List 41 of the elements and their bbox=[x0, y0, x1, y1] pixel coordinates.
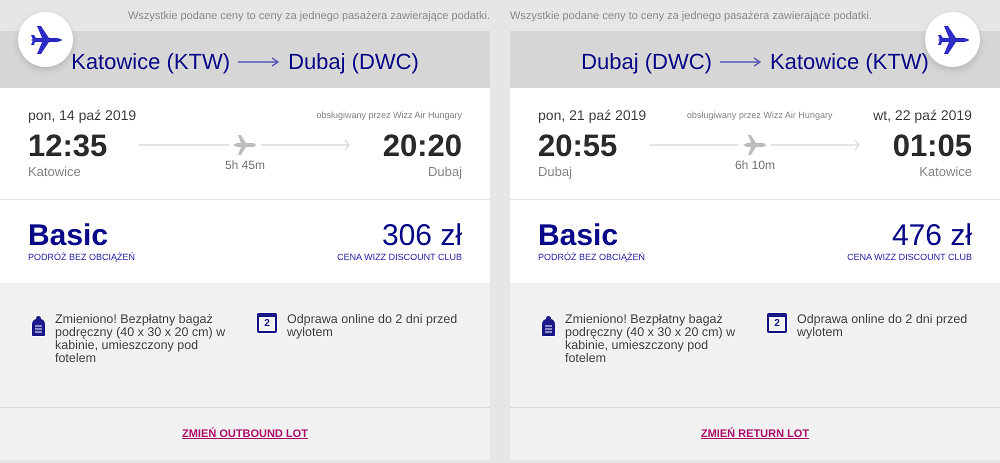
fare-name: Basic bbox=[538, 220, 620, 252]
arrow-icon bbox=[238, 56, 280, 66]
price-disclaimer: Wszystkie podane ceny to ceny za jednego pasażera zawierające podatki. bbox=[128, 10, 490, 22]
fare-price: 476 zł bbox=[892, 220, 972, 252]
destination-city: Dubaj (DWC) bbox=[288, 48, 419, 74]
arrival-city: Dubaj bbox=[428, 164, 462, 179]
departure-time: 20:55 bbox=[538, 128, 618, 164]
feature-text: Zmieniono! Bezpłatny bagaż podręczny (40 x 30 x 20 cm) w kabinie, umieszczony pod fotelem bbox=[565, 313, 736, 365]
feature-text: Zmieniono! Bezpłatny bagaż podręczny (40 x 30 x 20 cm) w kabinie, umieszczony pod fotelem bbox=[55, 313, 226, 365]
operator-note: obsługiwany przez Wizz Air Hungary bbox=[316, 110, 462, 120]
arrival-date: wt, 22 paź 2019 bbox=[873, 107, 972, 123]
destination-city: Katowice (KTW) bbox=[770, 48, 929, 74]
change-flight-link[interactable]: ZMIEŃ OUTBOUND LOT bbox=[182, 428, 308, 440]
departure-date: pon, 21 paź 2019 bbox=[538, 107, 646, 123]
departure-city: Dubaj bbox=[538, 164, 573, 179]
fare-subtitle: PODRÓŻ BEZ OBCIĄŻEŃ bbox=[28, 252, 136, 262]
feature-text: Odprawa online do 2 dni przed wylotem bbox=[287, 313, 458, 339]
arrival-city: Katowice bbox=[919, 164, 972, 179]
origin-city: Katowice (KTW) bbox=[71, 48, 230, 74]
calendar-icon: 2 bbox=[257, 313, 277, 333]
price-note: CENA WIZZ DISCOUNT CLUB bbox=[847, 252, 972, 262]
fare-name: Basic bbox=[28, 220, 110, 252]
backpack-icon bbox=[32, 316, 45, 336]
price-note: CENA WIZZ DISCOUNT CLUB bbox=[337, 252, 462, 262]
departure-time: 12:35 bbox=[28, 128, 108, 164]
change-flight-link[interactable]: ZMIEŃ RETURN LOT bbox=[700, 428, 810, 440]
operator-note: obsługiwany przez Wizz Air Hungary bbox=[686, 110, 832, 120]
feature-text: Odprawa online do 2 dni przed wylotem bbox=[797, 313, 968, 339]
calendar-icon: 2 bbox=[767, 313, 787, 333]
arrival-time: 20:20 bbox=[382, 128, 462, 164]
departure-city: Katowice bbox=[28, 164, 82, 179]
arrival-time: 01:05 bbox=[892, 128, 972, 164]
flight-duration: 6h 10m bbox=[734, 158, 776, 172]
fare-subtitle: PODRÓŻ BEZ OBCIĄŻEŃ bbox=[538, 252, 646, 262]
price-disclaimer: Wszystkie podane ceny to ceny za jednego pasażera zawierające podatki. bbox=[510, 10, 872, 22]
backpack-icon bbox=[542, 316, 555, 336]
fare-price: 306 zł bbox=[382, 220, 462, 252]
flight-duration: 5h 45m bbox=[224, 158, 266, 172]
departure-date: pon, 14 paź 2019 bbox=[28, 107, 136, 123]
arrow-icon bbox=[720, 56, 762, 66]
origin-city: Dubaj (DWC) bbox=[581, 48, 712, 74]
